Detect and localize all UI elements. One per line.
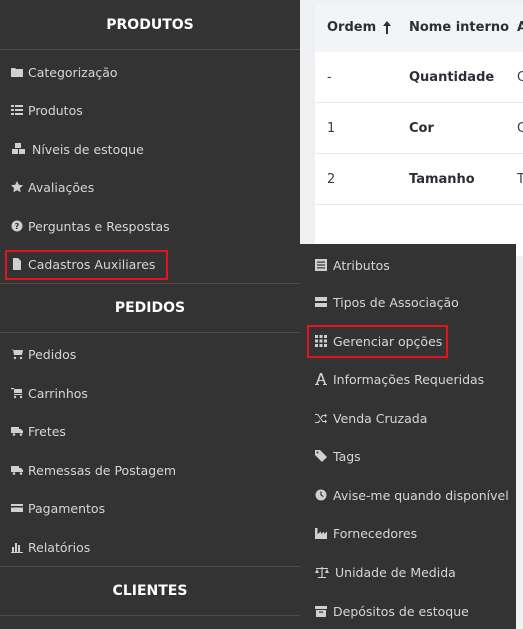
sidebar-item-pedidos[interactable]: Pedidos — [10, 343, 76, 365]
submenu-item-venda-cruzada[interactable]: Venda Cruzada — [314, 407, 427, 429]
archive-icon — [314, 604, 328, 618]
cell-ordem: 1 — [327, 121, 336, 136]
submenu-item-label: Venda Cruzada — [333, 410, 428, 426]
submenu-cadastros-auxiliares: Atributos Tipos de Associação Gerenciar … — [300, 244, 516, 629]
table-row[interactable]: 1 Cor C — [315, 103, 523, 154]
section-title-pedidos: PEDIDOS — [0, 283, 300, 333]
sidebar-item-relatorios[interactable]: Relatórios — [10, 536, 90, 558]
cell-nome: Tamanho — [409, 172, 475, 187]
cell-ordem: 2 — [327, 172, 336, 187]
table-row[interactable]: - Quantidade Q — [315, 52, 523, 103]
section-title-clientes: CLIENTES — [0, 566, 300, 616]
submenu-item-fornecedores[interactable]: Fornecedores — [314, 522, 417, 544]
folder-icon — [10, 65, 24, 79]
submenu-item-depositos-de-estoque[interactable]: Depósitos de estoque — [314, 600, 469, 622]
cell-extra: C — [517, 121, 523, 136]
submenu-item-label: Tags — [333, 448, 361, 464]
cell-extra: Q — [517, 70, 523, 85]
submenu-item-tags[interactable]: Tags — [314, 445, 361, 467]
highlight-box — [5, 250, 168, 280]
sidebar-item-label: Pedidos — [28, 346, 77, 362]
cell-nome: Quantidade — [409, 70, 495, 85]
cart-icon — [10, 386, 24, 400]
sidebar-item-label: Níveis de estoque — [32, 141, 144, 157]
column-label-ordem: Ordem — [327, 20, 377, 35]
list-alt-icon — [314, 258, 328, 272]
sidebar-item-categorizacao[interactable]: Categorização — [10, 61, 118, 83]
sidebar-item-label: Produtos — [28, 102, 83, 118]
truck-icon — [10, 424, 24, 438]
submenu-item-avise-me[interactable]: Avise-me quando disponível — [314, 484, 509, 506]
submenu-item-label: Depósitos de estoque — [333, 603, 469, 619]
question-circle-icon: ? — [10, 219, 24, 233]
sidebar-item-label: Avaliações — [28, 179, 95, 195]
sidebar-item-perguntas-e-respostas[interactable]: ? Perguntas e Respostas — [10, 215, 170, 237]
submenu-item-label: Unidade de Medida — [335, 564, 456, 580]
column-header-ordem[interactable]: Ordem — [327, 3, 392, 52]
list-icon — [10, 103, 24, 117]
industry-icon — [314, 526, 328, 540]
sidebar-item-label: Carrinhos — [28, 385, 88, 401]
server-icon — [314, 295, 328, 309]
sidebar: PRODUTOS Categorização Produtos Níveis d… — [0, 0, 300, 629]
tag-icon — [314, 449, 328, 463]
cell-extra: T — [517, 172, 523, 187]
font-icon — [314, 372, 328, 386]
sidebar-item-remessas-de-postagem[interactable]: Remessas de Postagem — [10, 459, 176, 481]
star-icon — [10, 180, 24, 194]
sidebar-item-fretes[interactable]: Fretes — [10, 420, 66, 442]
clock-icon — [314, 488, 328, 502]
truck-icon — [10, 463, 24, 477]
section-title-produtos: PRODUTOS — [0, 0, 300, 50]
sidebar-item-carrinhos[interactable]: Carrinhos — [10, 382, 88, 404]
sidebar-item-avaliacoes[interactable]: Avaliações — [10, 176, 94, 198]
arrow-up-icon — [382, 21, 392, 34]
table-row[interactable]: 2 Tamanho T — [315, 154, 523, 205]
submenu-item-atributos[interactable]: Atributos — [314, 254, 390, 276]
submenu-item-label: Avise-me quando disponível — [333, 487, 509, 503]
submenu-item-label: Atributos — [333, 257, 390, 273]
sidebar-item-pagamentos[interactable]: Pagamentos — [10, 497, 105, 519]
credit-card-icon — [10, 501, 24, 515]
sidebar-item-label: Fretes — [28, 423, 66, 439]
submenu-item-label: Tipos de Associação — [333, 294, 459, 310]
highlight-box — [307, 325, 448, 358]
balance-scale-icon — [314, 565, 330, 579]
bar-chart-icon — [10, 540, 24, 554]
cell-ordem: - — [327, 70, 332, 85]
submenu-item-tipos-de-associacao[interactable]: Tipos de Associação — [314, 291, 459, 313]
random-icon — [314, 411, 328, 425]
sidebar-item-label: Remessas de Postagem — [28, 462, 177, 478]
sidebar-item-label: Pagamentos — [28, 500, 106, 516]
cart-icon — [10, 347, 24, 361]
sidebar-item-produtos[interactable]: Produtos — [10, 99, 83, 121]
submenu-item-unidade-de-medida[interactable]: Unidade de Medida — [314, 561, 456, 583]
sidebar-item-label: Categorização — [28, 64, 118, 80]
options-table: Ordem Nome interno A - Quantidade Q 1 Co… — [315, 3, 523, 256]
column-header-a[interactable]: A — [517, 3, 523, 52]
submenu-item-informacoes-requeridas[interactable]: Informações Requeridas — [314, 368, 484, 390]
sidebar-item-label: Perguntas e Respostas — [28, 218, 170, 234]
submenu-item-label: Fornecedores — [333, 525, 418, 541]
table-header: Ordem Nome interno A — [315, 3, 523, 52]
svg-text:?: ? — [15, 222, 20, 231]
cell-nome: Cor — [409, 121, 434, 136]
sidebar-item-niveis-de-estoque[interactable]: Níveis de estoque — [10, 138, 144, 160]
cubes-icon — [10, 142, 28, 156]
column-header-nome-interno[interactable]: Nome interno — [409, 3, 509, 52]
submenu-item-label: Informações Requeridas — [333, 371, 485, 387]
sidebar-item-label: Relatórios — [28, 539, 91, 555]
